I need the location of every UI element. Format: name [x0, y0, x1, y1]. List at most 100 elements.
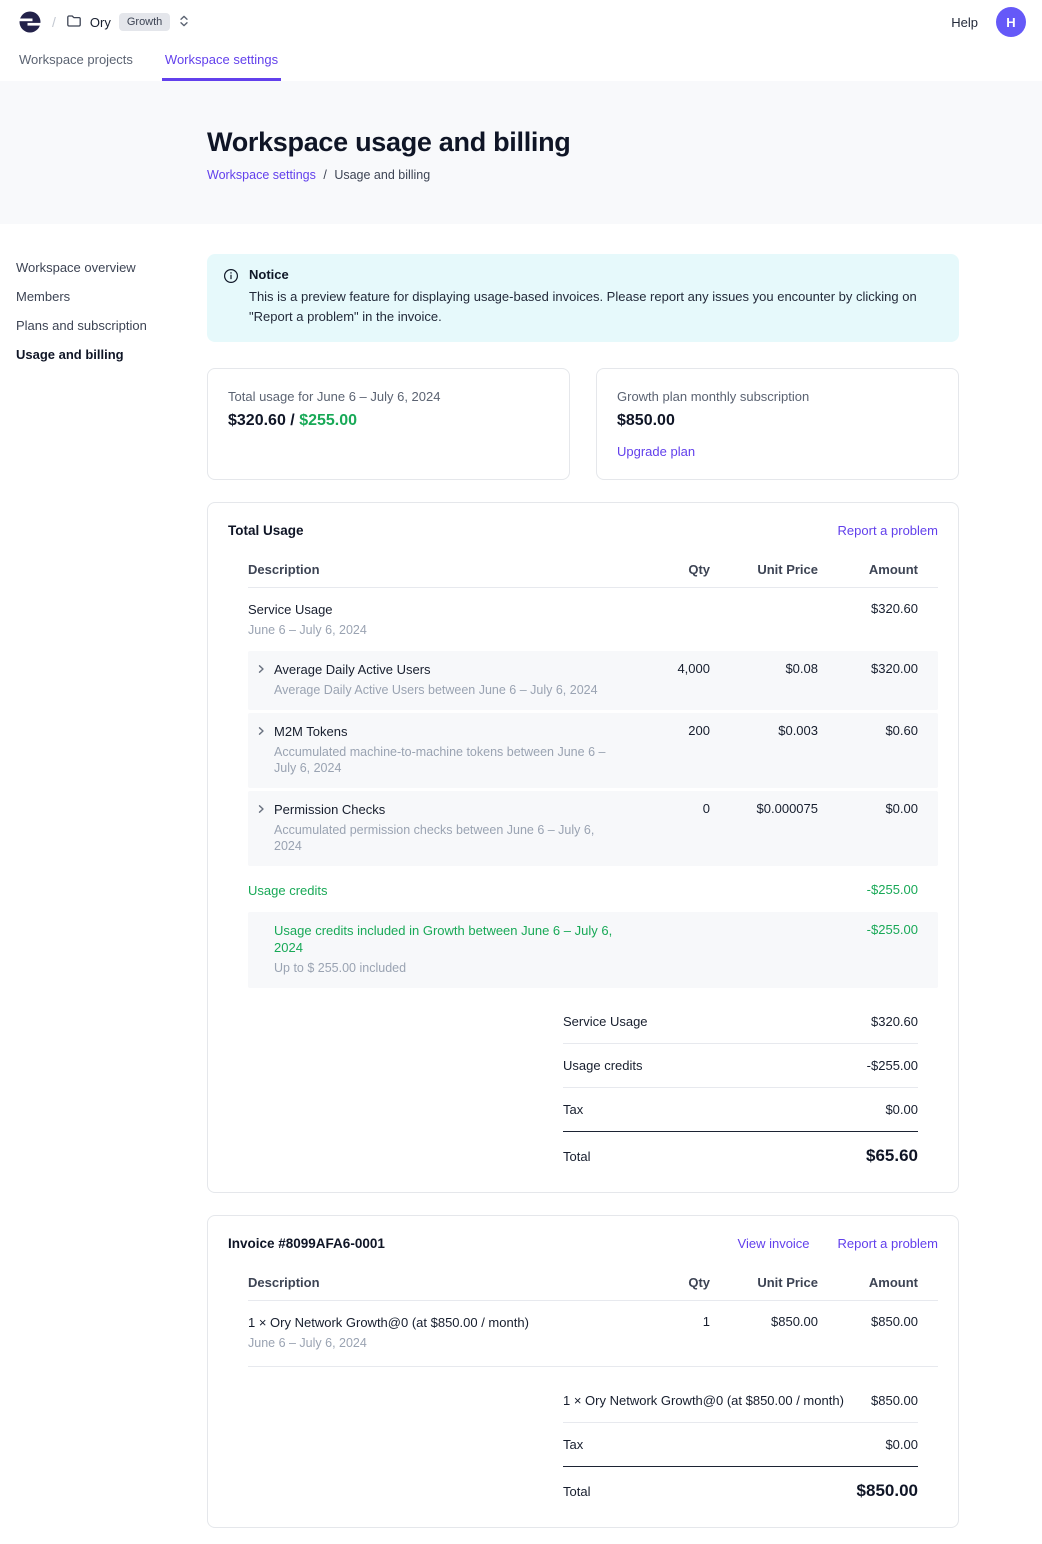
invoice-panel: Invoice #8099AFA6-0001 View invoice Repo… — [207, 1215, 959, 1528]
row-title: M2M Tokens — [274, 723, 622, 740]
invoice-panel-title: Invoice #8099AFA6-0001 — [228, 1236, 385, 1251]
col-amount: Amount — [834, 562, 918, 577]
workspace-switcher[interactable]: Ory Growth — [66, 13, 190, 32]
summary-row-service-usage: Service Usage $320.60 — [563, 1000, 918, 1044]
tab-workspace-projects[interactable]: Workspace projects — [16, 44, 136, 81]
subscription-amount: $850.00 — [617, 412, 938, 430]
page-title: Workspace usage and billing — [207, 127, 1002, 158]
workspace-name: Ory — [90, 15, 111, 30]
usage-panel-title: Total Usage — [228, 523, 304, 538]
row-qty: 4,000 — [638, 661, 710, 676]
workspace-tabs: Workspace projects Workspace settings — [0, 44, 1042, 81]
row-amount: $850.00 — [834, 1314, 918, 1329]
notice-banner: Notice This is a preview feature for dis… — [207, 254, 959, 342]
total-usage-panel: Total Usage Report a problem Description… — [207, 502, 959, 1193]
sidebar-item-usage-and-billing[interactable]: Usage and billing — [16, 343, 207, 366]
row-title: Average Daily Active Users — [274, 661, 598, 678]
sidebar-item-plans-and-subscription[interactable]: Plans and subscription — [16, 314, 207, 337]
subscription-label: Growth plan monthly subscription — [617, 389, 938, 404]
notice-title: Notice — [249, 267, 935, 282]
summary-value: $850.00 — [871, 1393, 918, 1408]
row-amount: $320.60 — [834, 601, 918, 616]
row-unit-price: $0.000075 — [726, 801, 818, 816]
row-subtitle: Accumulated permission checks between Ju… — [274, 822, 622, 854]
expand-chevron-icon[interactable] — [256, 726, 266, 736]
row-unit-price: $0.003 — [726, 723, 818, 738]
folder-icon — [66, 13, 82, 32]
row-amount: $320.00 — [834, 661, 918, 676]
row-amount: -$255.00 — [834, 882, 918, 897]
invoice-summary: 1 × Ory Network Growth@0 (at $850.00 / m… — [563, 1379, 918, 1501]
row-subtitle: June 6 – July 6, 2024 — [248, 622, 622, 638]
usage-included: $255.00 — [299, 412, 357, 429]
usage-report-problem-link[interactable]: Report a problem — [838, 523, 938, 538]
total-label: Total — [563, 1149, 590, 1164]
breadcrumb-link-workspace-settings[interactable]: Workspace settings — [207, 168, 316, 182]
avatar[interactable]: H — [996, 7, 1026, 37]
row-subtitle: June 6 – July 6, 2024 — [248, 1335, 622, 1351]
usage-table: Description Qty Unit Price Amount Servic… — [248, 550, 938, 1166]
info-icon — [223, 268, 239, 287]
row-amount: -$255.00 — [834, 922, 918, 937]
row-amount: $0.00 — [834, 801, 918, 816]
summary-cards: Total usage for June 6 – July 6, 2024 $3… — [207, 368, 959, 480]
expand-chevron-icon[interactable] — [256, 804, 266, 814]
table-row-average-daily-active-users: Average Daily Active Users Average Daily… — [248, 651, 938, 710]
subscription-card: Growth plan monthly subscription $850.00… — [596, 368, 959, 480]
summary-row-growth-plan: 1 × Ory Network Growth@0 (at $850.00 / m… — [563, 1379, 918, 1423]
total-usage-label: Total usage for June 6 – July 6, 2024 — [228, 389, 549, 404]
row-title: 1 × Ory Network Growth@0 (at $850.00 / m… — [248, 1314, 622, 1331]
upgrade-plan-link[interactable]: Upgrade plan — [617, 444, 695, 459]
summary-label: Tax — [563, 1437, 583, 1452]
row-unit-price: $850.00 — [726, 1314, 818, 1329]
invoice-table-header: Description Qty Unit Price Amount — [248, 1263, 938, 1301]
col-unit-price: Unit Price — [726, 562, 818, 577]
main-content: Notice This is a preview feature for dis… — [207, 254, 959, 1528]
topbar-separator: / — [52, 14, 56, 30]
view-invoice-link[interactable]: View invoice — [738, 1236, 810, 1251]
ory-logo[interactable] — [18, 10, 42, 34]
summary-value: -$255.00 — [867, 1058, 918, 1073]
usage-divider: / — [286, 412, 299, 429]
row-subtitle: Up to $ 255.00 included — [274, 960, 622, 976]
summary-row-tax: Tax $0.00 — [563, 1423, 918, 1467]
usage-table-header: Description Qty Unit Price Amount — [248, 550, 938, 588]
total-value: $65.60 — [866, 1146, 918, 1166]
total-usage-card: Total usage for June 6 – July 6, 2024 $3… — [207, 368, 570, 480]
invoice-report-problem-link[interactable]: Report a problem — [838, 1236, 938, 1251]
summary-label: Tax — [563, 1102, 583, 1117]
row-title: Permission Checks — [274, 801, 622, 818]
row-qty: 200 — [638, 723, 710, 738]
page-header: Workspace usage and billing Workspace se… — [0, 81, 1042, 224]
col-amount: Amount — [834, 1275, 918, 1290]
usage-summary: Service Usage $320.60 Usage credits -$25… — [563, 1000, 918, 1166]
row-title: Service Usage — [248, 601, 622, 618]
table-row-growth-plan: 1 × Ory Network Growth@0 (at $850.00 / m… — [248, 1301, 938, 1367]
expand-chevron-icon[interactable] — [256, 664, 266, 674]
total-label: Total — [563, 1484, 590, 1499]
total-usage-amount: $320.60 / $255.00 — [228, 412, 549, 430]
breadcrumb-separator: / — [323, 168, 326, 182]
col-description: Description — [248, 1275, 622, 1290]
settings-sidebar: Workspace overview Members Plans and sub… — [16, 254, 207, 372]
row-qty: 1 — [638, 1314, 710, 1329]
summary-value: $320.60 — [871, 1014, 918, 1029]
col-description: Description — [248, 562, 622, 577]
summary-row-usage-credits: Usage credits -$255.00 — [563, 1044, 918, 1088]
invoice-table: Description Qty Unit Price Amount 1 × Or… — [248, 1263, 938, 1501]
chevron-updown-icon — [178, 14, 190, 31]
row-subtitle: Accumulated machine-to-machine tokens be… — [274, 744, 622, 776]
sidebar-item-members[interactable]: Members — [16, 285, 207, 308]
topbar: / Ory Growth Help H — [0, 0, 1042, 44]
row-amount: $0.60 — [834, 723, 918, 738]
tab-workspace-settings[interactable]: Workspace settings — [162, 44, 281, 81]
sidebar-item-workspace-overview[interactable]: Workspace overview — [16, 256, 207, 279]
notice-body: This is a preview feature for displaying… — [249, 287, 935, 327]
plan-badge: Growth — [119, 13, 170, 31]
summary-label: Service Usage — [563, 1014, 648, 1029]
summary-label: Usage credits — [563, 1058, 642, 1073]
table-row-usage-credits: Usage credits -$255.00 — [248, 869, 938, 912]
help-link[interactable]: Help — [951, 15, 978, 30]
row-unit-price: $0.08 — [726, 661, 818, 676]
usage-used: $320.60 — [228, 412, 286, 429]
